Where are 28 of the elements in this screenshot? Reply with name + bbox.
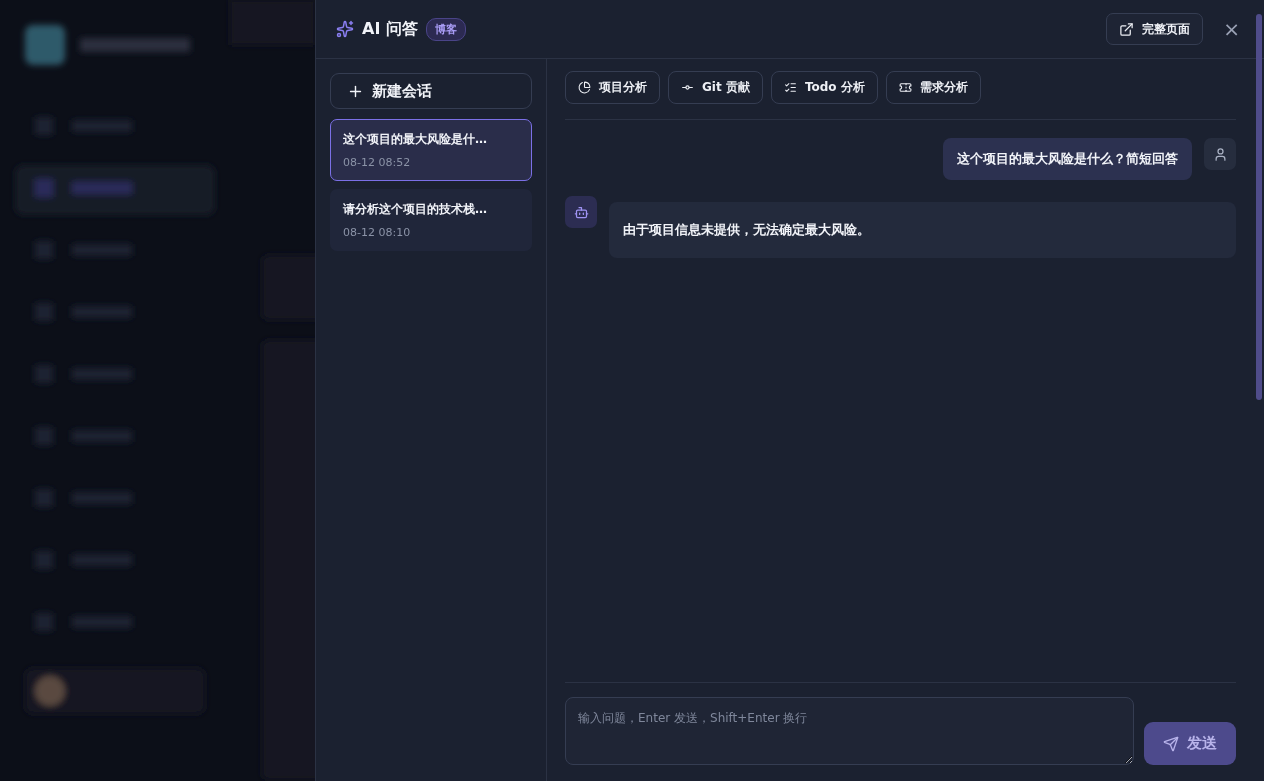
session-title: 请分析这个项目的技术栈…: [343, 201, 488, 218]
bot-avatar: [565, 196, 597, 228]
user-avatar: [1204, 138, 1236, 170]
send-button[interactable]: 发送: [1144, 722, 1236, 765]
quick-action-button[interactable]: Git 贡献: [668, 71, 763, 104]
panel-badge: 博客: [425, 17, 466, 41]
sparkle-icon: [336, 20, 354, 38]
full-page-button[interactable]: 完整页面: [1106, 13, 1204, 45]
scrollbar[interactable]: [1256, 14, 1262, 400]
session-title: 这个项目的最大风险是什…: [343, 131, 488, 148]
close-button[interactable]: ×: [1219, 17, 1244, 41]
new-chat-button[interactable]: 新建会话: [330, 73, 532, 109]
ticket-icon: [898, 81, 912, 94]
session-item[interactable]: 这个项目的最大风险是什… 08-12 08:52: [330, 119, 532, 181]
checklist-icon: [783, 81, 797, 94]
panel-title: AI 问答: [362, 18, 418, 40]
quick-action-button[interactable]: 需求分析: [885, 71, 981, 104]
session-time: 08-12 08:52: [343, 156, 412, 169]
external-link-icon: [1119, 21, 1135, 37]
session-item[interactable]: 请分析这个项目的技术栈… 08-12 08:10: [330, 189, 532, 251]
assistant-message: 由于项目信息未提供，无法确定最大风险。: [609, 202, 1236, 258]
user-message: 这个项目的最大风险是什么？简短回答: [943, 138, 1192, 180]
quick-action-button[interactable]: 项目分析: [565, 71, 660, 104]
question-input[interactable]: 输入问题，Enter 发送，Shift+Enter 换行: [565, 697, 1134, 765]
session-time: 08-12 08:10: [343, 226, 412, 239]
send-icon: [1163, 735, 1179, 752]
pie-chart-icon: [578, 81, 591, 94]
quick-action-button[interactable]: Todo 分析: [770, 71, 878, 104]
